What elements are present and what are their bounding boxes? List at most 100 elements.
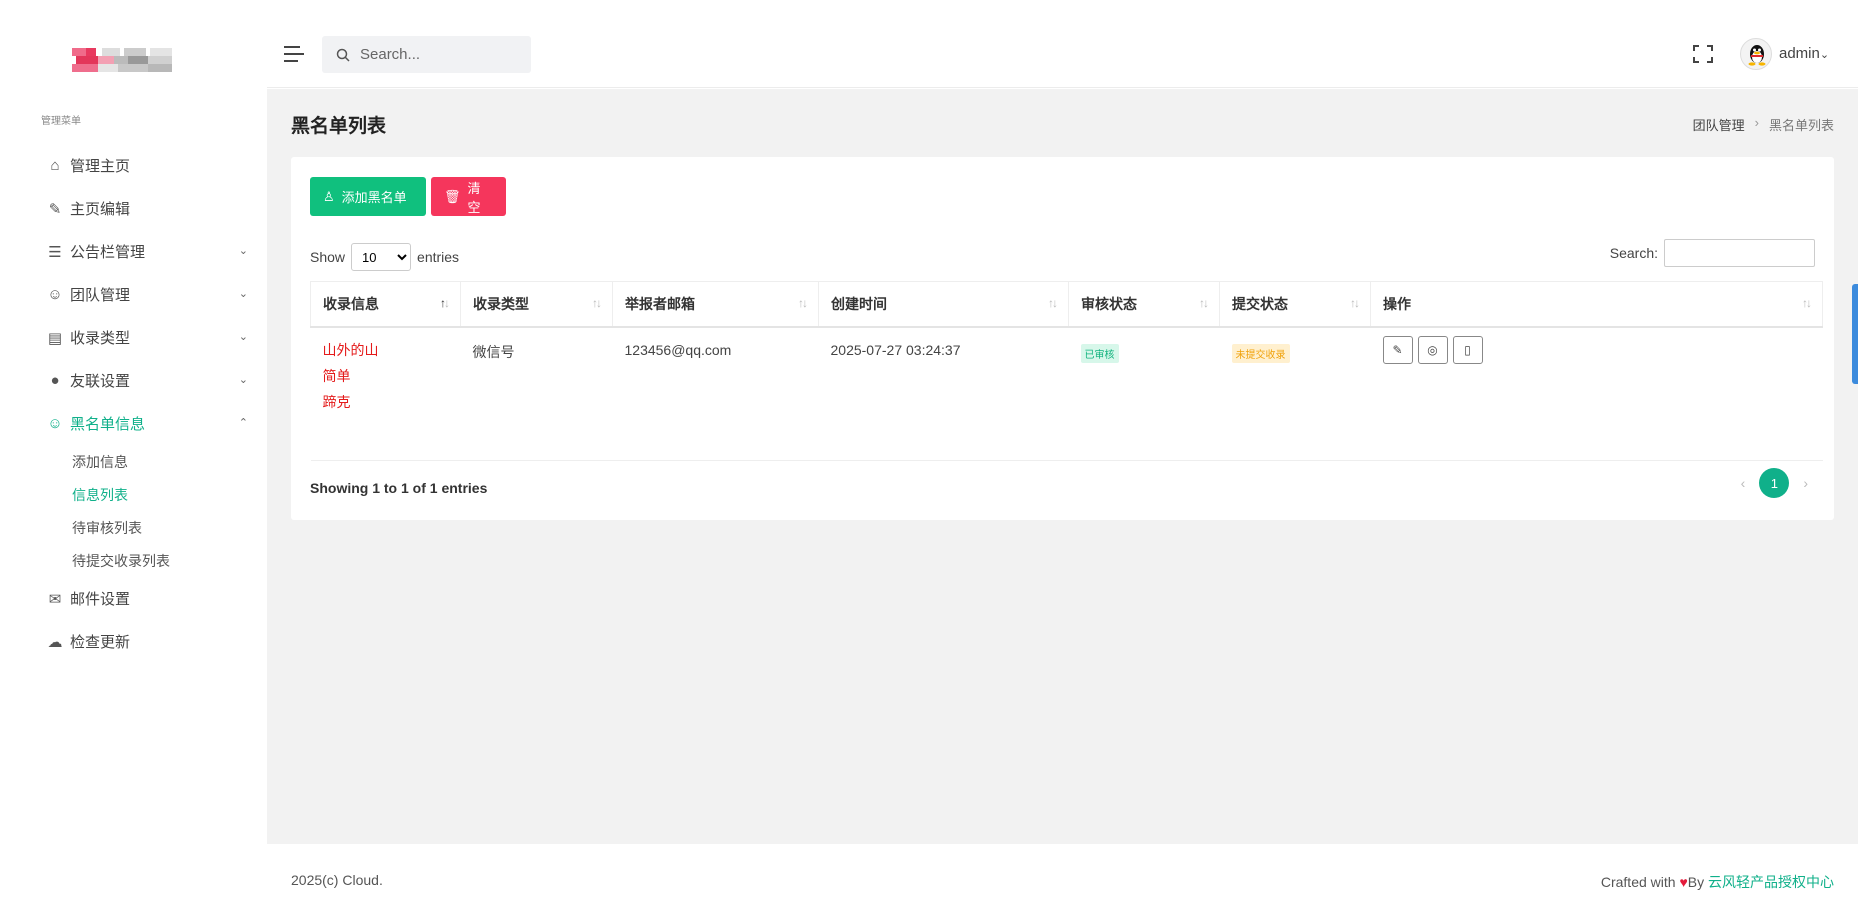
heart-icon: ♥ xyxy=(1679,874,1688,890)
user-menu[interactable]: admin⌄ xyxy=(1779,45,1829,62)
table-info: Showing 1 to 1 of 1 entries xyxy=(310,480,488,496)
grid-icon: ▤ xyxy=(47,329,63,347)
sidebar-item-notice[interactable]: ☰ 公告栏管理 ⌄ xyxy=(36,230,252,273)
sidebar: 管理菜单 ⌂ 管理主页 ✎ 主页编辑 ☰ 公告栏管理 ⌄ ☺ 团队管理 ⌄ ▤ … xyxy=(0,0,267,916)
crafted-by-label: By xyxy=(1687,874,1705,890)
cell-type: 微信号 xyxy=(460,326,613,461)
column-header-label: 举报者邮箱 xyxy=(625,295,695,312)
sidebar-item-mail[interactable]: ✉ 邮件设置 xyxy=(36,577,252,620)
info-line: 蹄克 xyxy=(322,393,351,410)
sidebar-item-blacklist[interactable]: ☺ 黑名单信息 ⌃ xyxy=(36,402,252,445)
pagination-next[interactable]: › xyxy=(1803,475,1808,491)
search-input[interactable] xyxy=(360,46,520,63)
sidebar-item-links[interactable]: ● 友联设置 ⌄ xyxy=(36,359,252,402)
column-header[interactable]: 收录信息 ↑↓ xyxy=(310,281,461,328)
breadcrumb: 团队管理 › 黑名单列表 xyxy=(1693,115,1834,134)
sort-icon: ↑↓ xyxy=(798,296,808,310)
column-header-label: 收录信息 xyxy=(323,295,379,312)
row-actions: ✎ ◎ ▯ xyxy=(1382,335,1811,364)
sidebar-item-label: 检查更新 xyxy=(70,634,131,651)
pagination-page[interactable]: 1 xyxy=(1759,468,1790,498)
column-header[interactable]: 收录类型 ↑↓ xyxy=(460,281,613,328)
column-header[interactable]: 举报者邮箱 ↑↓ xyxy=(612,281,819,328)
menu-toggle-icon[interactable] xyxy=(284,46,304,62)
sidebar-item-label: 主页编辑 xyxy=(70,201,131,218)
subitem-add-info[interactable]: 添加信息 xyxy=(36,445,252,478)
show-label: Show xyxy=(310,249,346,265)
chevron-up-icon: ⌃ xyxy=(238,417,248,429)
table-search-input[interactable] xyxy=(1664,239,1815,267)
page-title: 黑名单列表 xyxy=(291,116,387,137)
column-header-label: 创建时间 xyxy=(831,295,887,312)
chevron-down-icon: ⌄ xyxy=(238,331,248,343)
breadcrumb-item-team[interactable]: 团队管理 xyxy=(1693,115,1745,134)
cell-email: 123456@qq.com xyxy=(612,326,819,461)
cloud-icon: ☁ xyxy=(47,633,63,651)
view-button[interactable]: ◎ xyxy=(1417,335,1448,364)
table-search: Search: xyxy=(1610,239,1815,267)
clear-label: 清空 xyxy=(467,180,481,215)
sort-icon: ↑↓ xyxy=(1350,296,1360,310)
sidebar-item-team[interactable]: ☺ 团队管理 ⌄ xyxy=(36,273,252,316)
page-length-select[interactable]: 10 xyxy=(351,243,412,271)
crafted-prefix: Crafted with xyxy=(1600,874,1676,890)
sidebar-item-home[interactable]: ⌂ 管理主页 xyxy=(36,144,252,187)
edit-button[interactable]: ✎ xyxy=(1382,335,1413,364)
entries-label: entries xyxy=(417,249,460,265)
cell-submit-status: 未提交收录 xyxy=(1219,326,1371,461)
column-header[interactable]: 操作 ↑↓ xyxy=(1370,281,1823,328)
compass-icon: ● xyxy=(50,372,60,389)
sidebar-item-update[interactable]: ☁ 检查更新 xyxy=(36,620,252,663)
column-header[interactable]: 提交状态 ↑↓ xyxy=(1219,281,1371,328)
sidebar-item-types[interactable]: ▤ 收录类型 ⌄ xyxy=(36,316,252,359)
subitem-info-list[interactable]: 信息列表 xyxy=(36,478,252,511)
blacklist-table: 收录信息 ↑↓ 收录类型 ↑↓ 举报者邮箱 ↑↓ 创建时间 ↑↓ 审核状态 ↑↓ 提交状态… xyxy=(310,281,1823,461)
sidebar-menu: ⌂ 管理主页 ✎ 主页编辑 ☰ 公告栏管理 ⌄ ☺ 团队管理 ⌄ ▤ 收录类型 … xyxy=(36,144,252,663)
menu-caption: 管理菜单 xyxy=(41,116,81,127)
topbar: admin⌄ xyxy=(267,0,1858,88)
sort-icon: ↑↓ xyxy=(592,296,602,310)
subitem-pending-submit[interactable]: 待提交收录列表 xyxy=(36,544,252,577)
settings-tab[interactable] xyxy=(1852,284,1858,384)
fullscreen-icon[interactable] xyxy=(1693,45,1713,63)
table-search-label: Search: xyxy=(1609,245,1658,261)
trash-icon: 🗑 xyxy=(444,188,461,204)
column-header-label: 提交状态 xyxy=(1232,295,1288,312)
logo[interactable] xyxy=(72,48,172,72)
subitem-pending-review[interactable]: 待审核列表 xyxy=(36,511,252,544)
cell-review-status: 已审核 xyxy=(1068,326,1220,461)
column-header[interactable]: 创建时间 ↑↓ xyxy=(818,281,1069,328)
footer: 2025(c) Cloud. Crafted with ♥By 云风轻产品授权中… xyxy=(267,844,1858,916)
chevron-down-icon: ⌄ xyxy=(238,288,248,300)
breadcrumb-separator: › xyxy=(1754,115,1759,130)
crafted-by: Crafted with ♥By 云风轻产品授权中心 xyxy=(1601,872,1834,892)
cell-created: 2025-07-27 03:24:37 xyxy=(818,326,1069,461)
sort-icon: ↑↓ xyxy=(1048,296,1058,310)
edit-icon: ✎ xyxy=(48,200,62,218)
pencil-icon: ✎ xyxy=(1392,342,1403,357)
add-blacklist-label: 添加黑名单 xyxy=(341,190,407,205)
search-box xyxy=(322,36,531,73)
user-add-icon: ♙ xyxy=(323,188,335,204)
list-icon: ☰ xyxy=(48,243,62,261)
sidebar-item-label: 管理主页 xyxy=(70,158,131,175)
avatar[interactable] xyxy=(1740,38,1772,70)
author-link[interactable]: 云风轻产品授权中心 xyxy=(1708,874,1834,890)
mail-icon: ✉ xyxy=(48,590,62,608)
column-header[interactable]: 审核状态 ↑↓ xyxy=(1068,281,1220,328)
add-blacklist-button[interactable]: ♙ 添加黑名单 xyxy=(310,177,426,216)
pagination: ‹ 1 › xyxy=(1741,468,1808,498)
sort-icon: ↑↓ xyxy=(1802,296,1812,310)
status-badge: 已审核 xyxy=(1080,343,1119,363)
pagination-prev[interactable]: ‹ xyxy=(1741,475,1746,491)
penguin-icon xyxy=(1748,45,1766,66)
sidebar-item-home-edit[interactable]: ✎ 主页编辑 xyxy=(36,187,252,230)
home-icon: ⌂ xyxy=(50,157,60,174)
column-header-label: 审核状态 xyxy=(1081,295,1137,312)
clear-button[interactable]: 🗑 清空 xyxy=(431,177,506,216)
delete-button[interactable]: ▯ xyxy=(1452,335,1483,364)
chevron-down-icon: ⌄ xyxy=(238,374,248,386)
cell-actions: ✎ ◎ ▯ xyxy=(1370,326,1823,461)
sidebar-item-label: 公告栏管理 xyxy=(70,244,146,261)
trash-icon: ▯ xyxy=(1464,342,1471,357)
